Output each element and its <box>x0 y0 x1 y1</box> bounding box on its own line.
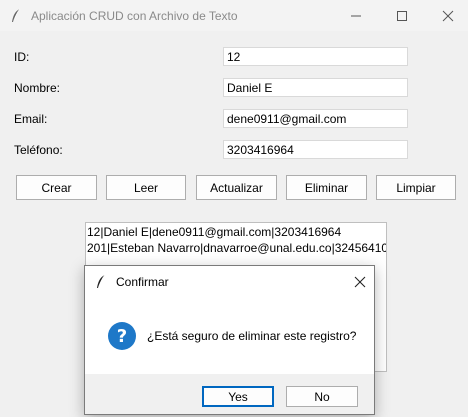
crear-button[interactable]: Crear <box>16 175 97 200</box>
svg-text:?: ? <box>117 326 127 347</box>
dialog-title-bar: Confirmar <box>85 266 374 297</box>
maximize-icon <box>397 10 407 21</box>
nombre-field[interactable]: Daniel E <box>223 78 408 97</box>
telefono-field[interactable]: 3203416964 <box>223 140 408 159</box>
leer-button[interactable]: Leer <box>106 175 186 200</box>
confirm-dialog: Confirmar ? ¿Está seguro de eliminar est… <box>84 265 375 415</box>
dialog-close-button[interactable] <box>345 266 374 297</box>
telefono-label: Teléfono: <box>14 143 63 157</box>
dialog-body: ? ¿Está seguro de eliminar este registro… <box>85 297 374 374</box>
email-field[interactable]: dene0911@gmail.com <box>223 109 408 128</box>
close-icon <box>354 276 365 287</box>
close-button[interactable] <box>425 0 468 31</box>
feather-icon <box>97 274 106 288</box>
limpiar-button[interactable]: Limpiar <box>376 175 456 200</box>
dialog-footer: Yes No <box>85 374 374 414</box>
minimize-icon <box>351 15 361 16</box>
dialog-title: Confirmar <box>116 275 169 289</box>
record-line: 12|Daniel E|dene0911@gmail.com|320341696… <box>87 225 342 239</box>
actualizar-button[interactable]: Actualizar <box>196 175 277 200</box>
title-bar: Aplicación CRUD con Archivo de Texto <box>0 0 468 31</box>
minimize-button[interactable] <box>333 0 379 31</box>
email-label: Email: <box>14 112 48 126</box>
dialog-message: ¿Está seguro de eliminar este registro? <box>147 329 357 343</box>
feather-icon <box>12 8 21 22</box>
id-label: ID: <box>14 50 30 64</box>
yes-button[interactable]: Yes <box>202 386 274 407</box>
id-field[interactable]: 12 <box>223 47 408 66</box>
eliminar-button[interactable]: Eliminar <box>286 175 367 200</box>
no-button[interactable]: No <box>286 386 358 407</box>
nombre-label: Nombre: <box>14 81 61 95</box>
window-title: Aplicación CRUD con Archivo de Texto <box>31 9 238 23</box>
record-line: 201|Esteban Navarro|dnavarroe@unal.edu.c… <box>87 241 387 255</box>
question-icon: ? <box>108 322 136 350</box>
maximize-button[interactable] <box>379 0 425 31</box>
close-icon <box>442 10 454 21</box>
